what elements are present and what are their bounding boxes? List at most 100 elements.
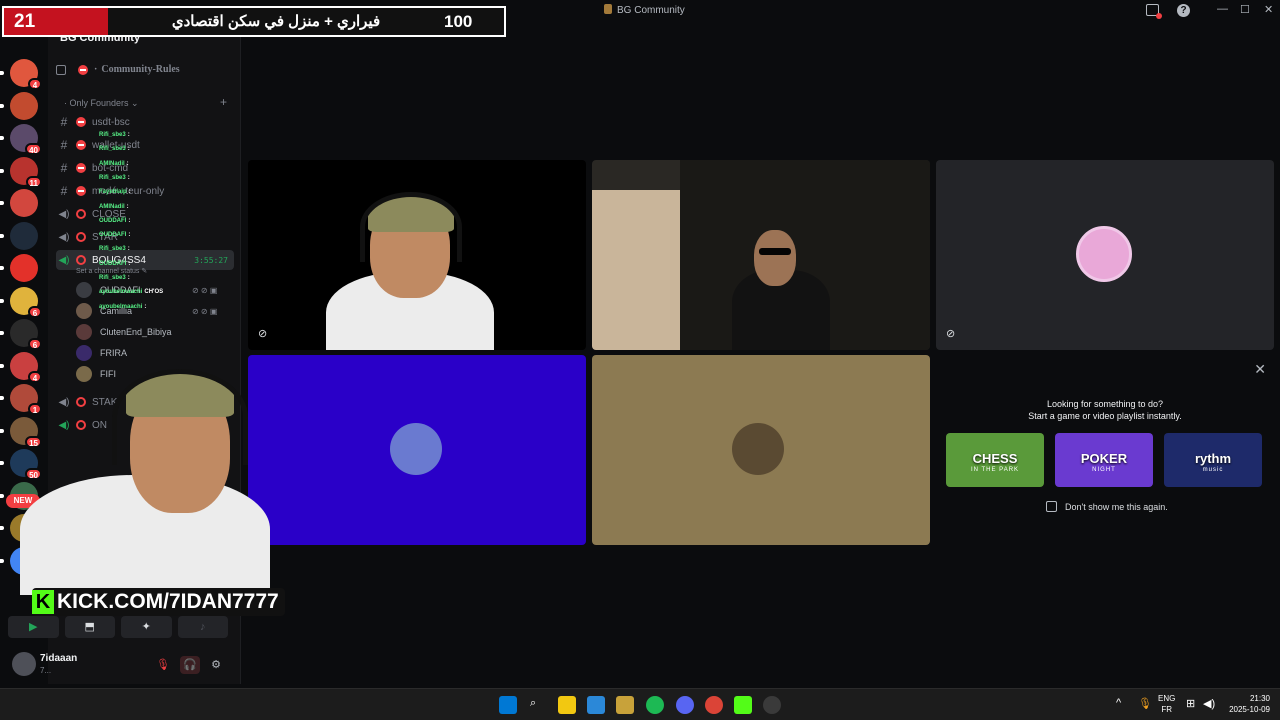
inbox-icon[interactable] [1146,4,1162,19]
window-title-text: BG Community [617,5,685,16]
chat-username: AMINadil [99,160,125,167]
store-icon[interactable] [587,696,605,714]
text-channel-icon: # [60,184,68,198]
server-icon[interactable]: 6 [10,286,42,318]
chat-line: Rifi_sbe3: [99,146,130,152]
channel-item[interactable]: # bot-cmd [56,158,234,178]
chat-message: : [128,217,131,224]
camera-button[interactable]: ▶ [8,616,59,638]
no-access-icon [76,232,86,242]
chrome-icon[interactable] [705,696,723,714]
channel-community-rules[interactable]: · Community-Rules [56,64,180,75]
video-tile-user-2[interactable] [592,160,930,350]
activity-card[interactable]: rythm music [1164,433,1262,487]
user-panel: 7idaaan 7... 🎙 🎧 ⚙ [0,644,240,684]
soundboard-button[interactable]: ♪ [177,616,228,638]
channel-item[interactable]: # wallet-usdt [56,135,234,155]
chat-message: : [127,146,130,153]
user-name[interactable]: 7idaaan [40,653,77,664]
chat-message: : [127,174,130,181]
channel-item[interactable]: ◀) STAR [56,227,234,247]
chat-line: Rifi_sbe3: [99,246,130,252]
video-tile-user-5[interactable] [592,355,930,545]
chat-line: ayoubelmaachi CH'OS [99,289,163,295]
deafen-headphones-icon[interactable]: 🎧 [180,656,200,674]
activity-card[interactable]: CHESS IN THE PARK [946,433,1044,487]
help-icon[interactable]: ? [1177,4,1190,17]
chat-message: : [127,132,130,138]
user-status: 7... [40,666,52,675]
voice-user[interactable]: ClutenEnd_Bibiya [76,322,172,342]
channel-item[interactable]: ◀) CLOSE [56,204,234,224]
tray-overflow-icon[interactable]: ^ [1116,697,1121,709]
sunglasses-icon [759,248,791,255]
server-icon[interactable] [10,189,38,217]
app-icon[interactable] [616,696,634,714]
user-avatar [76,324,92,340]
language-indicator[interactable]: ENG FR [1158,693,1175,715]
voice-status-icons: ⊘ ⊘ ▣ [192,286,218,295]
clock[interactable]: 21:30 2025-10-09 [1226,693,1270,715]
chat-username: OUDDAFI [99,260,127,267]
chat-line: OUDDAFI: [99,232,130,238]
chat-username: Rifi_sbe3 [99,132,126,138]
start-icon[interactable] [499,696,517,714]
chat-username: AMINadil [99,203,125,210]
category-only-founders[interactable]: · Only Founders ⌄ [64,98,139,109]
network-icon[interactable]: ⊞ [1186,697,1195,710]
channel-item[interactable]: # usdt-bsc [56,112,234,132]
server-icon[interactable] [10,221,38,250]
obs-icon[interactable] [763,696,781,714]
settings-gear-icon[interactable]: ⚙ [206,656,226,674]
unread-pip [0,331,4,335]
screen-share-button[interactable]: ⬒ [64,616,115,638]
activity-button[interactable]: ✦ [121,616,172,638]
user-avatar[interactable] [12,652,36,676]
kick-app-icon[interactable] [734,696,752,714]
status-line-text: Set a channel status [76,268,140,275]
chat-username: Fayeblaip [99,189,127,196]
server-logo-icon [604,4,612,14]
windows-taskbar: ⌕ ^ 🎙 ENG FR ⊞ ◀) 21:30 2025-10-09 [0,688,1280,720]
voice-timer: 3:55:27 [194,255,228,265]
video-tile-user-3[interactable]: ⊘ [936,160,1274,350]
server-icon[interactable]: 11 [10,156,42,188]
volume-icon[interactable]: ◀) [1203,697,1215,710]
server-icon[interactable]: 4 [10,59,42,90]
chat-line: Fayeblaip: [99,189,131,195]
rules-channel-label: Community-Rules [101,64,180,75]
chat-username: OUDDAFI [99,217,127,224]
activity-prompt-title: Looking for something to do? [1046,399,1164,409]
spotify-icon[interactable] [646,696,664,714]
mute-microphone-icon[interactable]: 🎙 [153,656,173,674]
mention-badge: 11 [25,175,42,188]
user-avatar [76,282,92,298]
video-tile-user-4[interactable] [248,355,586,545]
chat-message: : [128,232,131,239]
server-icon[interactable]: 40 [10,124,42,155]
channel-status-line[interactable]: Set a channel status ✎ [76,267,147,275]
close-icon[interactable]: ✕ [1254,361,1266,378]
chat-message: : [128,189,131,196]
unread-pip [0,71,4,75]
chat-username: Rifi_sbe3 [99,174,126,181]
language-primary: ENG [1158,694,1176,703]
search-icon[interactable]: ⌕ [530,697,536,710]
activity-card[interactable]: POKER NIGHT [1055,433,1153,487]
dont-show-again-checkbox[interactable]: Don't show me this again. [1046,501,1168,512]
banner-score: 100 [444,12,473,31]
video-tile-streamer[interactable]: ⊘ [248,160,586,350]
discord-icon[interactable] [676,696,694,714]
file-explorer-icon[interactable] [558,696,576,714]
channel-item[interactable]: # modé...teur-only [56,181,234,201]
minimize-button[interactable]: — [1217,3,1228,15]
close-button[interactable]: ✕ [1264,3,1273,16]
server-icon[interactable] [10,254,38,282]
maximize-button[interactable]: ☐ [1240,3,1250,16]
chat-message: CH'OS [144,289,164,296]
server-icon[interactable]: 6 [10,319,42,350]
unread-pip [0,461,4,465]
server-icon[interactable] [10,91,38,120]
add-channel-icon[interactable]: + [220,95,227,109]
activity-card-title: CHESS [972,451,1018,466]
